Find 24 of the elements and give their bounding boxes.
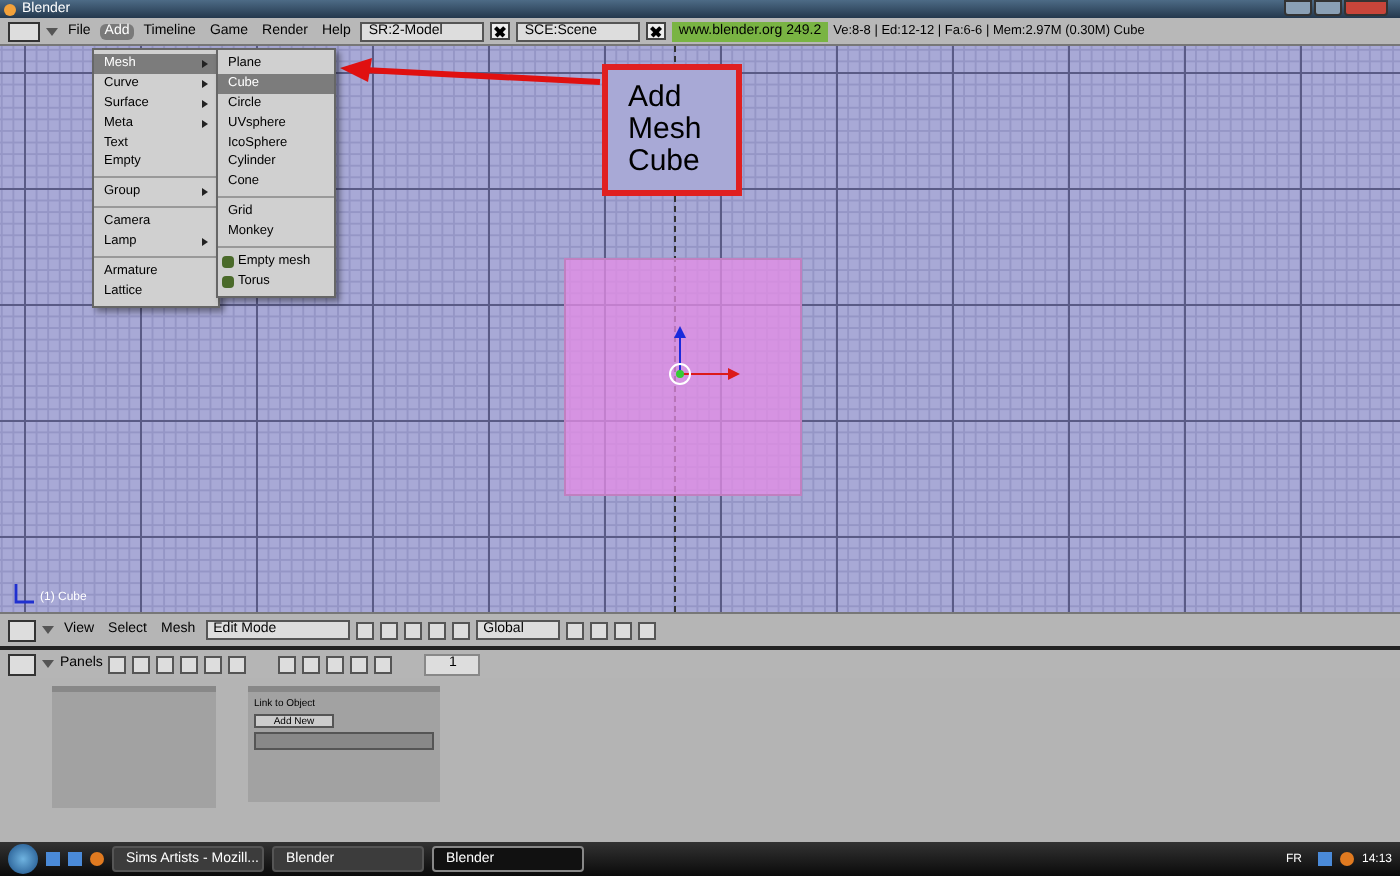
annotation-text: Mesh	[628, 114, 704, 146]
minimize-button[interactable]	[1284, 0, 1312, 16]
collapse-triangle-icon[interactable]	[42, 660, 54, 668]
close-button[interactable]	[1344, 0, 1388, 16]
annotation-text: Add	[628, 82, 684, 114]
close-icon[interactable]	[490, 22, 511, 40]
start-button[interactable]	[8, 844, 38, 874]
collapse-triangle-icon[interactable]	[46, 27, 58, 35]
close-icon[interactable]	[646, 22, 667, 40]
axis-icon	[12, 582, 36, 606]
window-type-icon[interactable]	[8, 21, 40, 41]
collapse-triangle-icon[interactable]	[42, 626, 54, 634]
window-type-icon[interactable]	[8, 653, 36, 675]
annotation-text: Cube	[628, 146, 702, 178]
blender-logo-icon	[4, 3, 16, 15]
submenu-arrow-icon	[202, 79, 208, 88]
mesh-field[interactable]	[254, 732, 434, 750]
grid-icon[interactable]	[8, 619, 36, 641]
submenu-arrow-icon	[202, 119, 208, 128]
submenu-arrow-icon	[202, 59, 208, 68]
submenu-arrow-icon	[202, 188, 208, 197]
submenu-arrow-icon	[202, 238, 208, 247]
submenu-arrow-icon	[202, 99, 208, 108]
maximize-button[interactable]	[1314, 0, 1342, 16]
